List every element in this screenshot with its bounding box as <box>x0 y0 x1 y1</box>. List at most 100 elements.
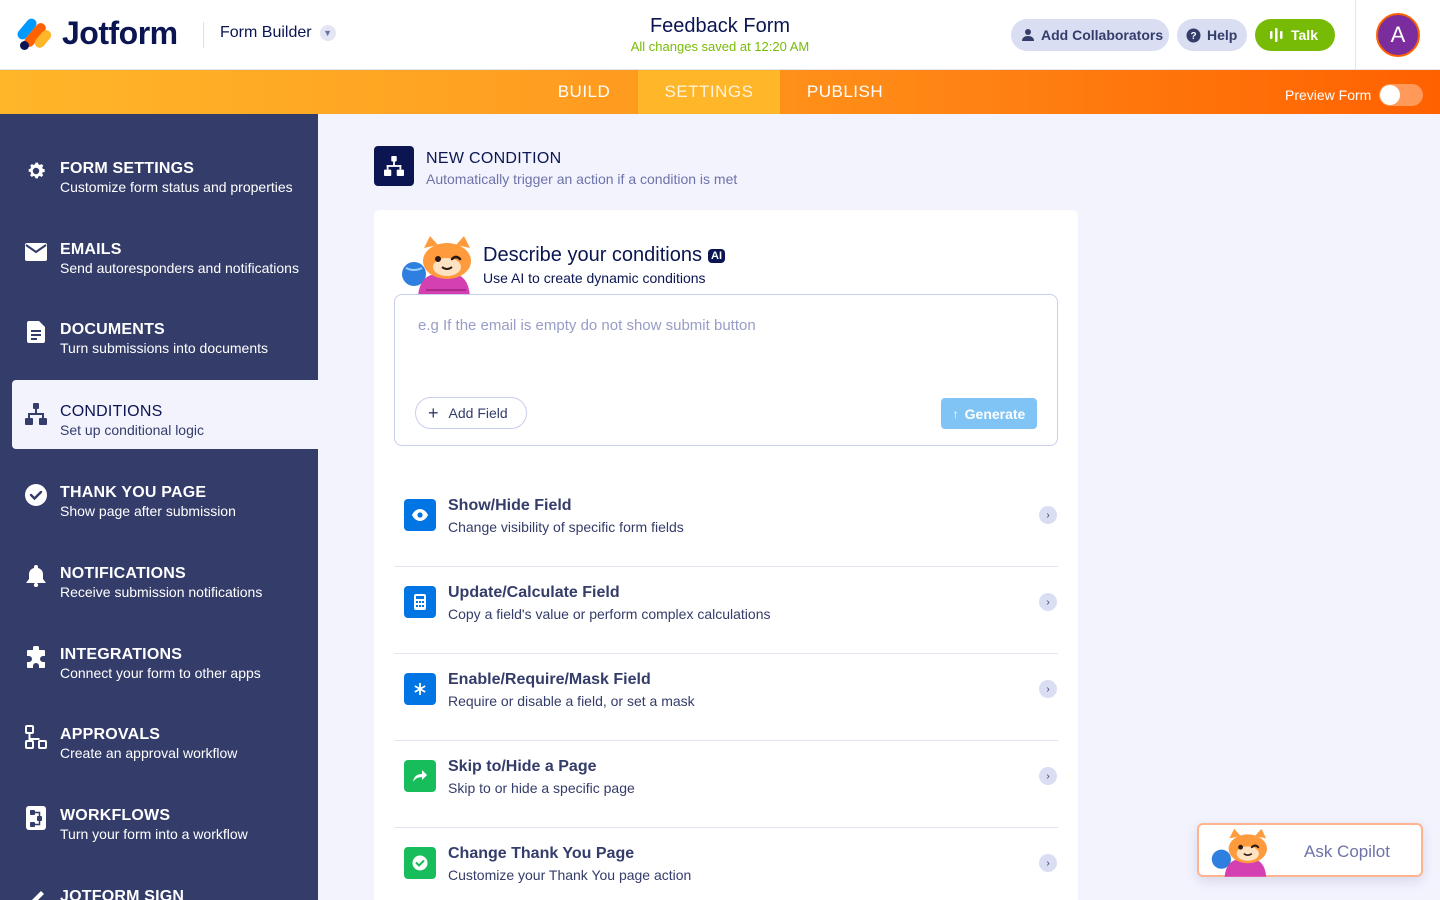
tab-build[interactable]: BUILD <box>530 70 638 114</box>
builder-nav: BUILD SETTINGS PUBLISH Preview Form <box>0 70 1440 114</box>
ask-copilot-label: Ask Copilot <box>1304 842 1390 861</box>
action-desc: Change visibility of specific form field… <box>448 519 684 535</box>
svg-text:?: ? <box>1190 31 1196 42</box>
sidebar-item-documents[interactable]: DOCUMENTS Turn submissions into document… <box>0 298 318 367</box>
sidebar-item-title: APPROVALS <box>60 726 161 743</box>
sidebar-item-desc: Set up conditional logic <box>60 422 204 438</box>
eye-icon <box>404 499 436 531</box>
add-field-label: Add Field <box>448 405 508 421</box>
talk-button[interactable]: Talk <box>1255 19 1335 51</box>
sidebar-item-integrations[interactable]: INTEGRATIONS Connect your form to other … <box>0 623 318 692</box>
gear-icon <box>24 159 48 183</box>
sidebar-item-desc: Create an approval workflow <box>60 745 238 761</box>
sidebar-item-desc: Connect your form to other apps <box>60 665 261 681</box>
form-title-area: Feedback Form All changes saved at 12:20… <box>560 15 880 54</box>
sidebar-item-conditions[interactable]: CONDITIONS Set up conditional logic <box>12 380 318 449</box>
sidebar-item-title: FORM SETTINGS <box>60 160 195 177</box>
sidebar-item-desc: Send autoresponders and notifications <box>60 260 299 276</box>
help-label: Help <box>1207 27 1238 43</box>
sidebar-item-workflows[interactable]: WORKFLOWS Turn your form into a workflow <box>0 784 318 853</box>
check-circle-icon <box>404 847 436 879</box>
calculator-icon <box>404 586 436 618</box>
sidebar-item-desc: Receive submission notifications <box>60 584 263 600</box>
conditions-icon <box>24 402 48 426</box>
ask-copilot-button[interactable]: Ask Copilot <box>1197 823 1423 877</box>
podo-cat-mascot-icon <box>396 234 476 296</box>
action-title: Show/Hide Field <box>448 497 572 514</box>
header-divider <box>203 22 204 48</box>
chevron-right-icon: › <box>1039 767 1057 785</box>
jotform-logo-icon <box>15 16 54 51</box>
sidebar-item-title: EMAILS <box>60 241 122 258</box>
action-title: Skip to/Hide a Page <box>448 758 597 775</box>
action-title: Change Thank You Page <box>448 845 635 862</box>
talk-label: Talk <box>1291 27 1318 43</box>
add-collaborators-button[interactable]: Add Collaborators <box>1011 19 1169 51</box>
action-desc: Skip to or hide a specific page <box>448 780 635 796</box>
sidebar-item-approvals[interactable]: APPROVALS Create an approval workflow <box>0 703 318 772</box>
header-separator <box>1355 0 1356 70</box>
ai-prompt-input[interactable] <box>418 310 1018 340</box>
sidebar-item-form-settings[interactable]: FORM SETTINGS Customize form status and … <box>0 137 318 206</box>
chevron-right-icon: › <box>1039 854 1057 872</box>
podo-cat-mascot-icon <box>1207 827 1271 877</box>
envelope-icon <box>24 240 48 264</box>
user-avatar[interactable]: A <box>1376 13 1420 57</box>
ai-conditions-subtitle: Use AI to create dynamic conditions <box>483 270 706 286</box>
product-switcher-label: Form Builder <box>220 24 312 41</box>
workflow-icon <box>24 806 48 830</box>
chevron-down-icon: ▼ <box>319 25 336 41</box>
jotform-logo[interactable]: Jotform <box>15 15 178 52</box>
chevron-right-icon: › <box>1039 593 1057 611</box>
tab-settings[interactable]: SETTINGS <box>638 70 780 114</box>
action-skip-hide-page[interactable]: Skip to/Hide a Page Skip to or hide a sp… <box>394 741 1058 828</box>
settings-sidebar: FORM SETTINGS Customize form status and … <box>0 114 318 900</box>
form-title[interactable]: Feedback Form <box>560 15 880 38</box>
conditions-icon <box>374 146 414 186</box>
help-button[interactable]: ? Help <box>1177 19 1247 51</box>
brand-name: Jotform <box>62 15 178 51</box>
sidebar-item-desc: Customize form status and properties <box>60 179 293 195</box>
user-icon <box>1021 28 1035 42</box>
sidebar-item-desc: Turn submissions into documents <box>60 340 269 356</box>
action-show-hide-field[interactable]: Show/Hide Field Change visibility of spe… <box>394 480 1058 567</box>
save-status: All changes saved at 12:20 AM <box>630 39 810 54</box>
sidebar-item-title: NOTIFICATIONS <box>60 565 186 582</box>
action-enable-require-mask-field[interactable]: Enable/Require/Mask Field Require or dis… <box>394 654 1058 741</box>
audio-bars-icon <box>1269 28 1285 42</box>
add-field-button[interactable]: + Add Field <box>415 397 527 429</box>
sidebar-item-emails[interactable]: EMAILS Send autoresponders and notificat… <box>0 218 318 287</box>
sidebar-item-title: WORKFLOWS <box>60 807 171 824</box>
ai-conditions-title: Describe your conditions AI <box>483 244 725 267</box>
question-icon: ? <box>1186 28 1201 43</box>
sidebar-item-title: JOTFORM SIGN <box>60 888 185 900</box>
sidebar-item-desc: Turn your form into a workflow <box>60 826 248 842</box>
product-switcher[interactable]: Form Builder ▼ <box>220 24 336 42</box>
toggle-knob <box>1380 85 1401 105</box>
section-subtitle: Automatically trigger an action if a con… <box>426 171 738 187</box>
sidebar-item-desc: Show page after submission <box>60 503 236 519</box>
action-update-calculate-field[interactable]: Update/Calculate Field Copy a field's va… <box>394 567 1058 654</box>
bell-icon <box>24 564 48 588</box>
plus-icon: + <box>428 403 439 423</box>
sidebar-item-notifications[interactable]: NOTIFICATIONS Receive submission notific… <box>0 542 318 611</box>
sidebar-item-jotform-sign[interactable]: JOTFORM SIGN <box>0 865 318 900</box>
ai-title-text: Describe your conditions <box>483 244 702 266</box>
generate-button[interactable]: ↑ Generate <box>941 398 1037 429</box>
asterisk-icon <box>404 673 436 705</box>
chevron-right-icon: › <box>1039 506 1057 524</box>
sidebar-item-title: DOCUMENTS <box>60 321 165 338</box>
document-icon <box>24 320 48 344</box>
preview-form-toggle[interactable] <box>1379 84 1424 106</box>
preview-form-label: Preview Form <box>1285 87 1372 103</box>
preview-form-toggle-group: Preview Form <box>1285 84 1424 106</box>
check-circle-icon <box>24 483 48 507</box>
action-desc: Customize your Thank You page action <box>448 867 692 883</box>
action-change-thank-you-page[interactable]: Change Thank You Page Customize your Tha… <box>394 828 1058 900</box>
ai-badge: AI <box>708 248 725 263</box>
tab-publish[interactable]: PUBLISH <box>780 70 910 114</box>
generate-label: Generate <box>964 405 1026 422</box>
chevron-right-icon: › <box>1039 680 1057 698</box>
sidebar-item-thank-you-page[interactable]: THANK YOU PAGE Show page after submissio… <box>0 461 318 530</box>
skip-arrow-icon <box>404 760 436 792</box>
